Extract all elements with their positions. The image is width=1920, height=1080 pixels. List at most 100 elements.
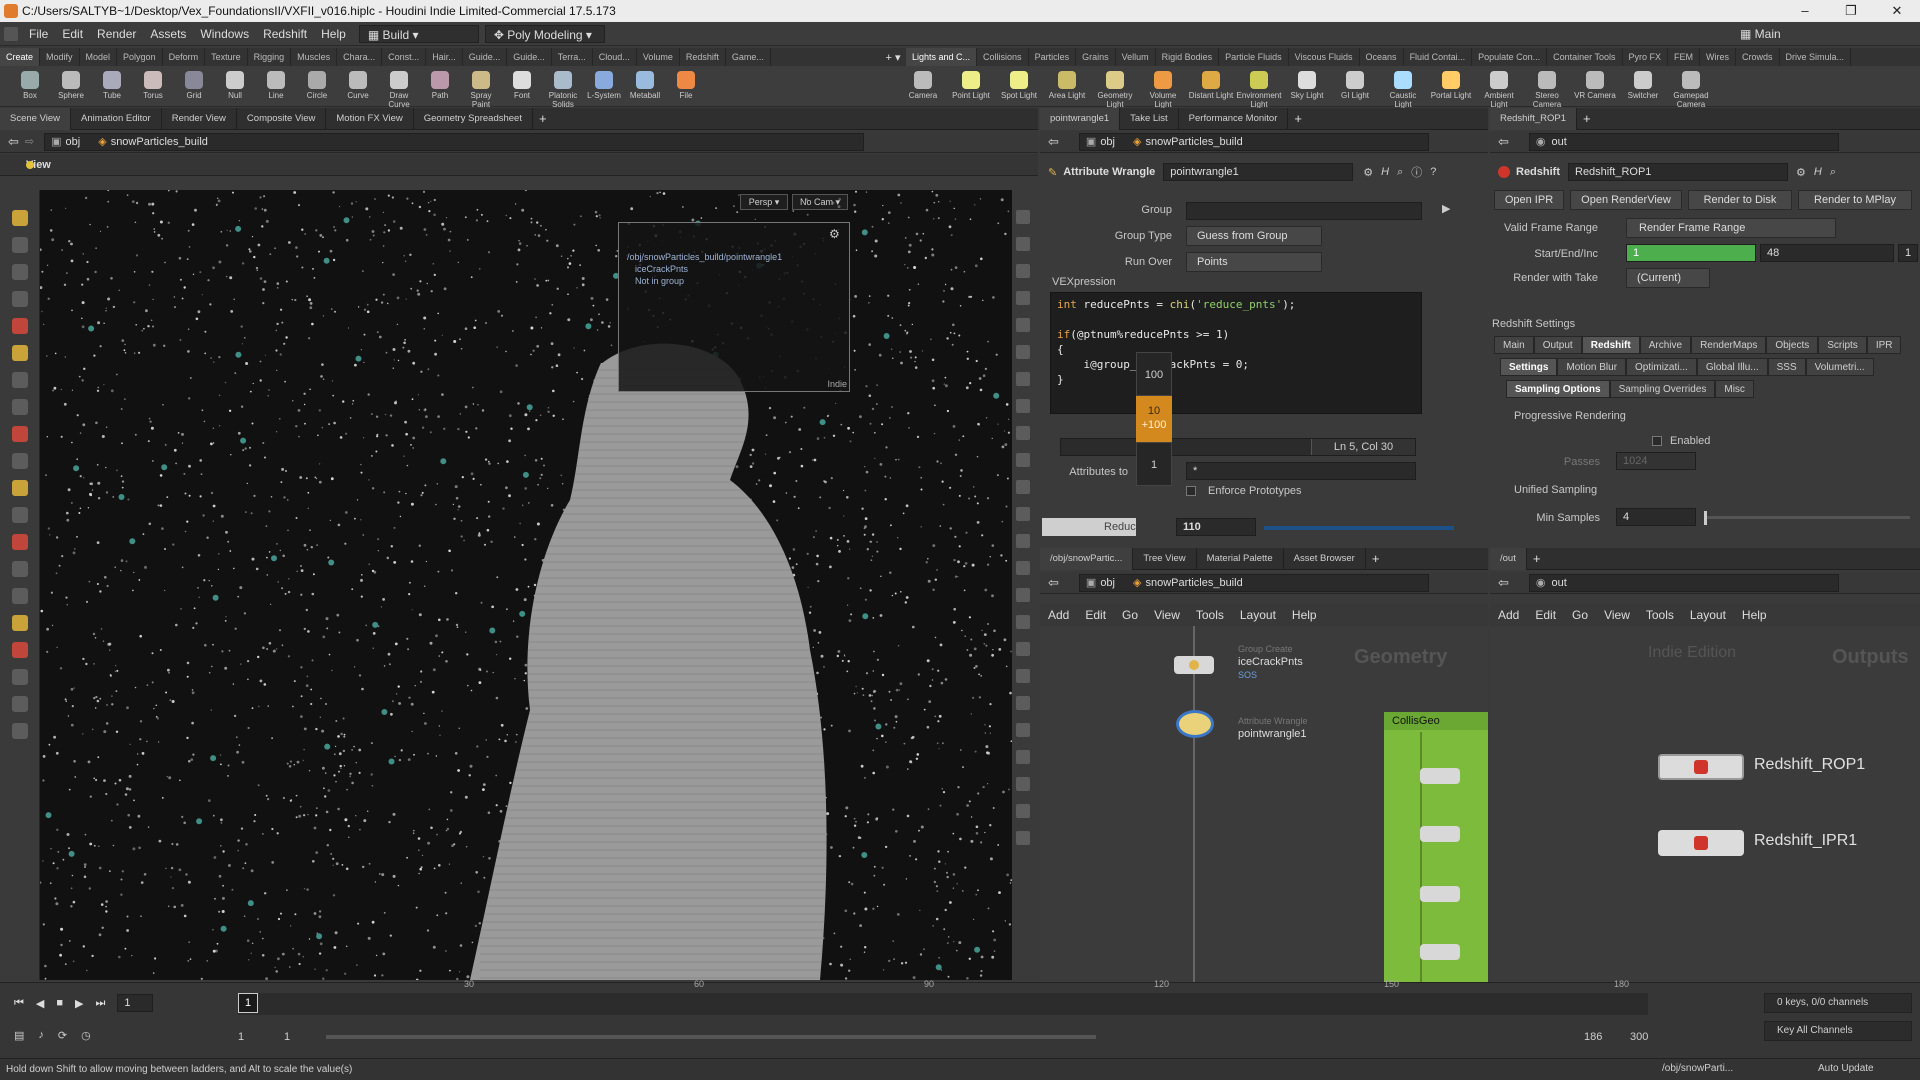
display-option-icon[interactable] (1016, 453, 1030, 467)
range-start[interactable]: 1 (238, 1031, 244, 1043)
back-arrow-icon[interactable]: ⇦ (8, 134, 19, 150)
add-tab-icon[interactable]: + (1583, 111, 1591, 126)
rop-tab-settings[interactable]: Settings (1500, 358, 1558, 376)
shelf-tab-fem[interactable]: FEM (1668, 48, 1701, 66)
ladder-step-100[interactable]: 100 (1136, 352, 1172, 396)
status-net-path[interactable]: /obj/snowParti... (1662, 1063, 1733, 1074)
realtime-icon[interactable]: ▤ (14, 1029, 24, 1042)
rop-tab-main[interactable]: Main (1494, 336, 1534, 354)
group-select-arrow-icon[interactable]: ▶ (1442, 202, 1450, 215)
minimize-icon[interactable]: – (1782, 0, 1828, 22)
viewport-tool-icon[interactable] (12, 723, 28, 739)
end-frame-field[interactable]: 48 (1760, 244, 1894, 262)
net-menu-help[interactable]: Help (1284, 608, 1325, 622)
viewport-tool-icon[interactable] (12, 642, 28, 658)
display-option-icon[interactable] (1016, 534, 1030, 548)
display-option-icon[interactable] (1016, 507, 1030, 521)
display-option-icon[interactable] (1016, 561, 1030, 575)
tool-volume-light[interactable]: Volume Light (1140, 66, 1186, 109)
viewport-tool-icon[interactable] (12, 615, 28, 631)
viewport-tool-icon[interactable] (12, 291, 28, 307)
take-select[interactable]: (Current) (1626, 268, 1710, 288)
tool-path[interactable]: Path (420, 66, 460, 107)
viewport-tool-icon[interactable] (12, 453, 28, 469)
add-tab-icon[interactable]: + (1372, 551, 1380, 566)
timeline-bar[interactable]: 1 30 60 90 120 150 180 (238, 979, 1648, 1015)
pane-tab-pointwrangle1[interactable]: pointwrangle1 (1040, 107, 1121, 130)
redshift-ipr-node[interactable] (1658, 830, 1744, 856)
scene-viewport[interactable]: Persp ▾ No Cam ▾ /obj/snowParticles_buil… (40, 190, 1012, 980)
net-menu-layout[interactable]: Layout (1682, 608, 1734, 622)
pointwrangle-node[interactable] (1176, 710, 1214, 738)
node-name-field[interactable]: pointwrangle1 (1163, 163, 1354, 181)
key-all-channels[interactable]: Key All Channels (1764, 1021, 1912, 1041)
net-menu-tools[interactable]: Tools (1188, 608, 1232, 622)
value-ladder[interactable]: 100 10 +100 1 (1136, 352, 1172, 536)
pane-tab-motion-fx-view[interactable]: Motion FX View (326, 107, 414, 130)
pane-tab-composite-view[interactable]: Composite View (237, 107, 327, 130)
redshift-rop-node[interactable] (1658, 754, 1744, 780)
add-shelf-icon[interactable]: + ▾ (880, 51, 906, 64)
search-icon[interactable]: ⌕ (1830, 166, 1836, 179)
rop-tab-objects[interactable]: Objects (1766, 336, 1819, 354)
netbox-node-2[interactable] (1420, 826, 1460, 842)
viewport-tool-icon[interactable] (12, 426, 28, 442)
param-path-box[interactable]: ▣ obj ◈ snowParticles_build (1078, 132, 1429, 151)
rop-tab-misc[interactable]: Misc (1715, 380, 1754, 398)
display-option-icon[interactable] (1016, 615, 1030, 629)
group-type-select[interactable]: Guess from Group (1186, 226, 1322, 246)
current-frame-field[interactable]: 1 (117, 994, 154, 1012)
add-tab-icon[interactable]: + (1294, 111, 1302, 126)
display-option-icon[interactable] (1016, 480, 1030, 494)
shelf-tab-volume[interactable]: Volume (637, 48, 680, 66)
net-back-icon[interactable]: ⇦ (1048, 575, 1059, 591)
out-back-icon[interactable]: ⇦ (1498, 575, 1509, 591)
shelf-tab-polygon[interactable]: Polygon (117, 48, 163, 66)
play-icon[interactable]: ▶ (75, 997, 83, 1010)
add-tab-icon[interactable]: + (539, 111, 547, 126)
run-over-select[interactable]: Points (1186, 252, 1322, 272)
shelf-tab-oceans[interactable]: Oceans (1360, 48, 1404, 66)
open-renderview-button[interactable]: Open RenderView (1570, 190, 1682, 210)
display-option-icon[interactable] (1016, 210, 1030, 224)
rop-tab-volumetri[interactable]: Volumetri... (1805, 358, 1874, 376)
shelf-tab-pyro-fx[interactable]: Pyro FX (1623, 48, 1669, 66)
pane-tab-animation-editor[interactable]: Animation Editor (71, 107, 162, 130)
tool-sky-light[interactable]: Sky Light (1284, 66, 1330, 107)
tool-gi-light[interactable]: GI Light (1332, 66, 1378, 107)
viewport-tool-icon[interactable] (12, 237, 28, 253)
ladder-step-10[interactable]: 10 +100 (1136, 396, 1172, 442)
shelf-tab-const[interactable]: Const... (382, 48, 427, 66)
shelf-tab-crowds[interactable]: Crowds (1736, 48, 1780, 66)
menu-render[interactable]: Render (90, 27, 143, 41)
tool-environment-light[interactable]: Environment Light (1236, 66, 1282, 109)
shelf-tab-model[interactable]: Model (80, 48, 118, 66)
shelf-tab-particles[interactable]: Particles (1029, 48, 1077, 66)
netbox-node-4[interactable] (1420, 944, 1460, 960)
pane-tab-scene-view[interactable]: Scene View (0, 107, 71, 130)
menu-help[interactable]: Help (314, 27, 353, 41)
shelf-tab-guide[interactable]: Guide... (507, 48, 552, 66)
rop-tab-redshift[interactable]: Redshift (1581, 336, 1640, 354)
pane-tab-performance-monitor[interactable]: Performance Monitor (1179, 107, 1289, 130)
rop-tab-optimizati[interactable]: Optimizati... (1626, 358, 1697, 376)
tool-null[interactable]: Null (215, 66, 255, 107)
pane-tab-asset-browser[interactable]: Asset Browser (1284, 547, 1366, 570)
scene-path-box[interactable]: ▣ obj ◈ snowParticles_build (44, 132, 865, 151)
vex-code-editor[interactable]: int reducePnts = chi('reduce_pnts'); if(@… (1050, 292, 1422, 414)
tool-spot-light[interactable]: Spot Light (996, 66, 1042, 107)
shelf-tab-fluid-contai[interactable]: Fluid Contai... (1404, 48, 1473, 66)
net-path-box[interactable]: ▣ obj ◈ snowParticles_build (1078, 573, 1429, 592)
viewport-tool-icon[interactable] (12, 264, 28, 280)
tool-caustic-light[interactable]: Caustic Light (1380, 66, 1426, 109)
tool-draw-curve[interactable]: Draw Curve (379, 66, 419, 109)
pane-tab-geometry-spreadsheet[interactable]: Geometry Spreadsheet (414, 107, 533, 130)
range-start-2[interactable]: 1 (284, 1031, 290, 1043)
tool-vr-camera[interactable]: VR Camera (1572, 66, 1618, 107)
min-samples-slider[interactable] (1704, 511, 1910, 525)
net-menu-edit[interactable]: Edit (1527, 608, 1564, 622)
rop-tab-scripts[interactable]: Scripts (1818, 336, 1867, 354)
shelf-set-select[interactable]: ✥ Poly Modeling ▾ (484, 24, 605, 43)
net-menu-tools[interactable]: Tools (1638, 608, 1682, 622)
shelf-tab-rigid-bodies[interactable]: Rigid Bodies (1156, 48, 1220, 66)
